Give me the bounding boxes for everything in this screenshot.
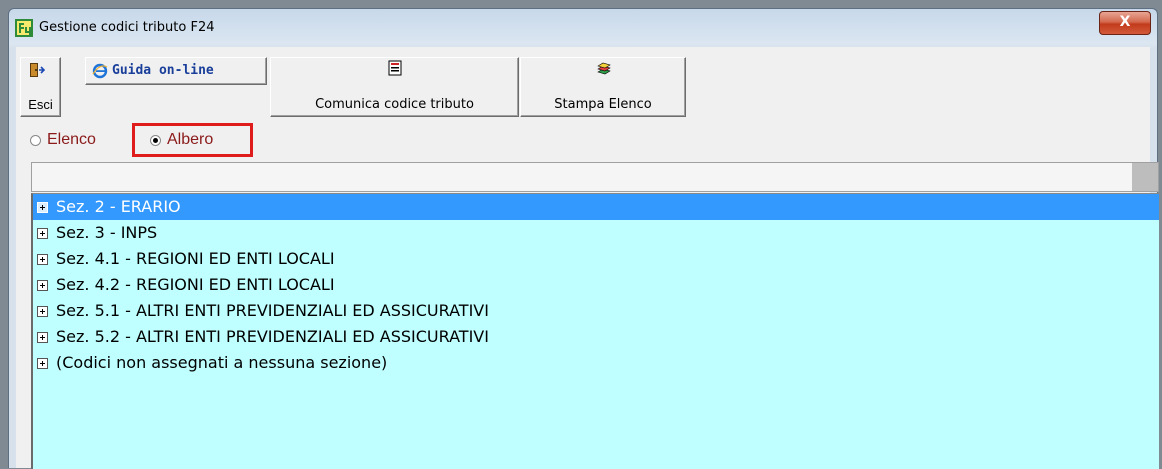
header-scroll-stub bbox=[1132, 163, 1158, 191]
tree-item-label: Sez. 5.2 - ALTRI ENTI PREVIDENZIALI ED A… bbox=[56, 327, 489, 346]
window-title: Gestione codici tributo F24 bbox=[39, 20, 215, 35]
exit-door-icon bbox=[30, 63, 45, 77]
expand-plus-icon[interactable] bbox=[37, 253, 48, 265]
tree-item[interactable]: Sez. 2 - ERARIO bbox=[33, 194, 1159, 220]
tree-item[interactable]: Sez. 4.1 - REGIONI ED ENTI LOCALI bbox=[33, 246, 1159, 272]
expand-plus-icon[interactable] bbox=[37, 279, 48, 291]
radio-elenco-indicator[interactable] bbox=[30, 134, 41, 146]
printer-stack-icon bbox=[597, 62, 611, 75]
comunica-codice-tributo-button[interactable]: Comunica codice tributo bbox=[270, 57, 519, 117]
internet-explorer-icon bbox=[92, 63, 108, 79]
tree-item-label: Sez. 5.1 - ALTRI ENTI PREVIDENZIALI ED A… bbox=[56, 301, 489, 320]
tree-item-label: Sez. 2 - ERARIO bbox=[56, 197, 181, 216]
window-client-area: Esci Guida on-line Comunica codice tribu… bbox=[16, 47, 1159, 469]
close-button[interactable]: X bbox=[1099, 11, 1151, 35]
main-window: Gestione codici tributo F24 X Esci Guida… bbox=[8, 8, 1159, 469]
sections-tree[interactable]: Sez. 2 - ERARIO Sez. 3 - INPS Sez. 4.1 -… bbox=[31, 193, 1159, 469]
tree-item[interactable]: Sez. 5.1 - ALTRI ENTI PREVIDENZIALI ED A… bbox=[33, 298, 1159, 324]
f24-app-icon bbox=[15, 19, 33, 37]
toolbar: Esci Guida on-line Comunica codice tribu… bbox=[20, 57, 690, 119]
tree-item-label: Sez. 3 - INPS bbox=[56, 223, 158, 242]
expand-plus-icon[interactable] bbox=[37, 331, 48, 343]
guida-label: Guida on-line bbox=[112, 63, 214, 78]
expand-plus-icon[interactable] bbox=[37, 201, 48, 213]
esci-label: Esci bbox=[28, 97, 53, 112]
tree-item[interactable]: Sez. 4.2 - REGIONI ED ENTI LOCALI bbox=[33, 272, 1159, 298]
tree-item-label: Sez. 4.2 - REGIONI ED ENTI LOCALI bbox=[56, 275, 335, 294]
title-bar[interactable]: Gestione codici tributo F24 X bbox=[9, 9, 1157, 43]
expand-plus-icon[interactable] bbox=[37, 227, 48, 239]
report-icon bbox=[388, 60, 401, 76]
guida-online-button[interactable]: Guida on-line bbox=[85, 57, 267, 85]
comunica-label: Comunica codice tributo bbox=[315, 97, 474, 112]
stampa-label: Stampa Elenco bbox=[554, 97, 652, 112]
tree-item-label: Sez. 4.1 - REGIONI ED ENTI LOCALI bbox=[56, 249, 335, 268]
tree-item[interactable]: Sez. 3 - INPS bbox=[33, 220, 1159, 246]
radio-elenco[interactable]: Elenco bbox=[30, 131, 96, 149]
esci-button[interactable]: Esci bbox=[20, 57, 61, 117]
albero-highlight-box bbox=[132, 123, 253, 157]
expand-plus-icon[interactable] bbox=[37, 357, 48, 369]
tree-item-label: (Codici non assegnati a nessuna sezione) bbox=[56, 353, 388, 372]
stampa-elenco-button[interactable]: Stampa Elenco bbox=[520, 57, 686, 117]
expand-plus-icon[interactable] bbox=[37, 305, 48, 317]
tree-item[interactable]: (Codici non assegnati a nessuna sezione) bbox=[33, 350, 1159, 376]
tree-item[interactable]: Sez. 5.2 - ALTRI ENTI PREVIDENZIALI ED A… bbox=[33, 324, 1159, 350]
radio-elenco-label: Elenco bbox=[47, 131, 96, 148]
tree-header-bar bbox=[31, 162, 1159, 192]
